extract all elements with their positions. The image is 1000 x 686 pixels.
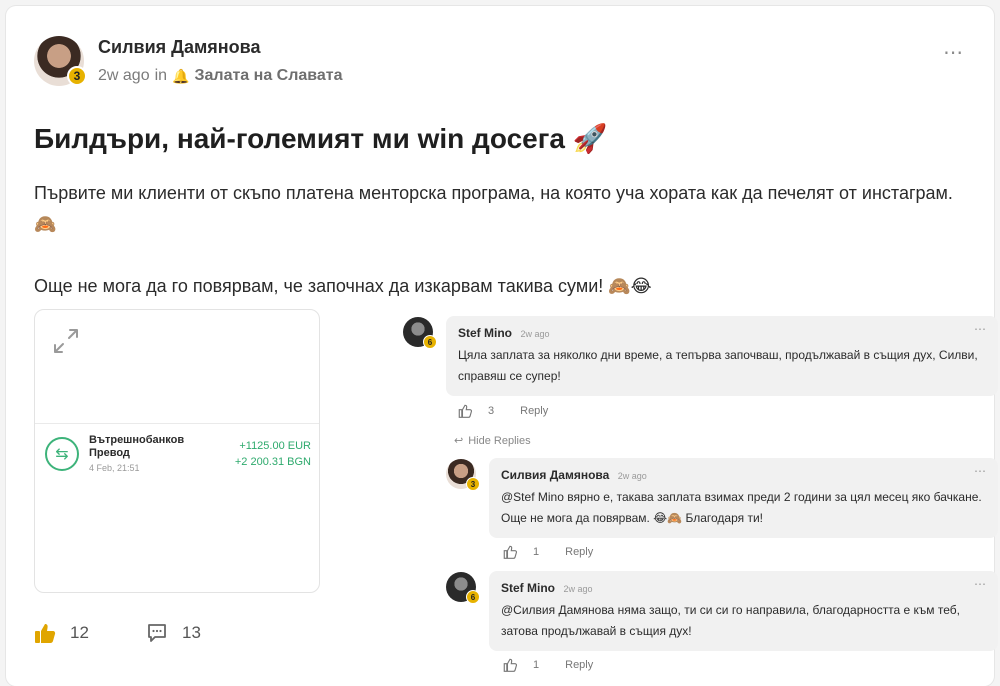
comment-like-button[interactable]: 1 xyxy=(503,545,539,559)
transfer-icon: ⇆ xyxy=(45,437,79,471)
comment-like-count: 1 xyxy=(533,546,540,558)
comment-body: вярно е, такава заплата взимах преди 2 г… xyxy=(501,490,982,525)
level-badge: 3 xyxy=(67,66,87,86)
transaction-title: Вътрешнобанков Превод xyxy=(89,434,185,459)
comment-actions: 3 Reply xyxy=(458,404,548,418)
comment-text: @Stef Mino вярно е, такава заплата взима… xyxy=(501,487,986,529)
expand-icon[interactable] xyxy=(53,328,79,354)
reply-bubble: Силвия Дамянова 2w ago ⋯ @Stef Mino вярн… xyxy=(489,458,998,538)
thumbs-up-icon xyxy=(34,622,56,644)
comment-more-icon[interactable]: ⋯ xyxy=(974,322,986,336)
post-body-paragraph: Още не мога да го повярвам, че започнах … xyxy=(34,276,652,296)
mention[interactable]: @Силвия Дамянова xyxy=(501,603,614,617)
thumbs-up-icon xyxy=(503,545,517,559)
level-badge: 6 xyxy=(423,335,437,349)
comment-author[interactable]: Stef Mino xyxy=(501,581,555,595)
thumbs-up-icon xyxy=(458,404,472,418)
comment-actions: 1 Reply xyxy=(503,545,593,559)
comment-actions: 1 Reply xyxy=(503,658,593,672)
transaction-eur: +1125.00 EUR xyxy=(239,440,311,452)
comment-like-count: 3 xyxy=(488,405,495,417)
comment-time: 2w ago xyxy=(617,471,647,481)
reply-button[interactable]: Reply xyxy=(520,405,548,417)
comment-text: @Силвия Дамянова няма защо, ти си си го … xyxy=(501,600,986,642)
reply-button[interactable]: Reply xyxy=(565,659,593,671)
transaction-bgn: +2 200.31 BGN xyxy=(234,456,311,468)
transaction-date: 4 Feb, 21:51 xyxy=(89,463,140,473)
mention[interactable]: @Stef Mino xyxy=(501,490,564,504)
hide-replies-label: Hide Replies xyxy=(468,434,531,447)
comment-icon xyxy=(146,622,168,644)
reply-arrow-icon: ↩ xyxy=(454,435,464,447)
comment-author[interactable]: Stef Mino xyxy=(458,326,512,340)
comment-time: 2w ago xyxy=(520,329,550,339)
comment-author[interactable]: Силвия Дамянова xyxy=(501,468,609,482)
reply-button[interactable]: Reply xyxy=(565,546,593,558)
bell-icon: 🔔 xyxy=(172,67,190,84)
level-badge: 6 xyxy=(466,590,480,604)
comment-text: Цяла заплата за няколко дни време, а теп… xyxy=(458,348,978,383)
in-word: in xyxy=(154,67,168,84)
post-body: Първите ми клиенти от скъпо платена мент… xyxy=(34,178,964,302)
comment-more-icon[interactable]: ⋯ xyxy=(974,464,986,478)
post-time: 2w ago xyxy=(98,67,150,84)
thumbs-up-icon xyxy=(503,658,517,672)
comment-more-icon[interactable]: ⋯ xyxy=(974,577,986,591)
comment-like-count: 1 xyxy=(533,659,540,671)
reply-bubble: Stef Mino 2w ago ⋯ @Силвия Дамянова няма… xyxy=(489,571,998,651)
comment-time: 2w ago xyxy=(563,584,593,594)
comment-like-button[interactable]: 1 xyxy=(503,658,539,672)
post-meta: 2w ago in 🔔 Залата на Славата xyxy=(98,67,343,85)
comment-count: 13 xyxy=(182,623,201,642)
like-count: 12 xyxy=(70,623,89,642)
level-badge: 3 xyxy=(466,477,480,491)
comment-like-button[interactable]: 3 xyxy=(458,404,494,418)
like-button[interactable]: 12 xyxy=(34,622,89,644)
post-title: Билдъри, най-големият ми win досега 🚀 xyxy=(34,123,608,154)
comment-button[interactable]: 13 xyxy=(146,622,201,644)
more-options-icon[interactable]: ⋯ xyxy=(943,40,964,65)
attachment-preview[interactable]: ⇆ Вътрешнобанков Превод 4 Feb, 21:51 +11… xyxy=(34,309,320,593)
category-link[interactable]: Залата на Славата xyxy=(194,67,342,85)
author-name[interactable]: Силвия Дамянова xyxy=(98,37,261,58)
preview-divider xyxy=(35,423,319,424)
post-body-paragraph: Първите ми клиенти от скъпо платена мент… xyxy=(34,183,953,234)
hide-replies-button[interactable]: ↩ Hide Replies xyxy=(454,434,531,448)
comment-bubble: Stef Mino 2w ago ⋯ Цяла заплата за някол… xyxy=(446,316,998,396)
